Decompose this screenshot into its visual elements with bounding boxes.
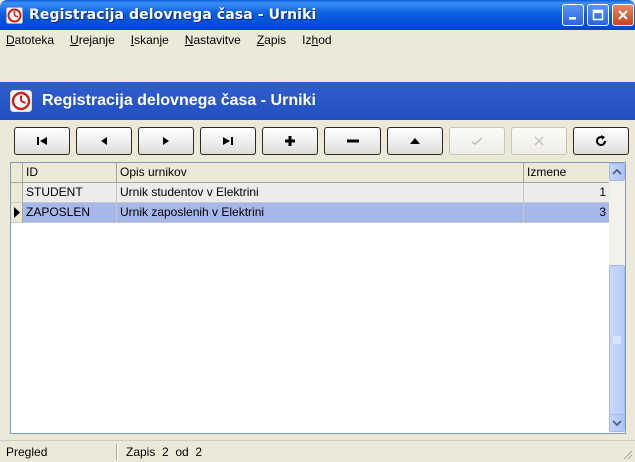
cell-izmene[interactable]: 3: [524, 203, 611, 222]
clock-icon: [10, 90, 32, 112]
menu-label: od: [318, 33, 332, 47]
menu-nastavitve[interactable]: Nastavitve: [183, 32, 243, 48]
cell-id[interactable]: STUDENT: [23, 183, 117, 202]
last-record-button[interactable]: [200, 127, 257, 155]
cell-opis[interactable]: Urnik studentov v Elektrini: [117, 183, 524, 202]
minimize-button[interactable]: [562, 4, 584, 26]
column-header-opis[interactable]: Opis urnikov: [117, 163, 524, 183]
row-indicator: [11, 183, 23, 202]
current-row-arrow-icon: [14, 207, 20, 218]
menu-label: rejanje: [78, 33, 115, 47]
row-indicator: [11, 203, 23, 222]
table-row[interactable]: ZAPOSLEN Urnik zaposlenih v Elektrini 3: [11, 203, 611, 223]
first-record-icon: [37, 137, 48, 145]
first-record-button[interactable]: [14, 127, 71, 155]
grid-header: ID Opis urnikov Izmene: [11, 163, 611, 183]
indicator-header: [11, 163, 23, 183]
menu-urejanje[interactable]: Urejanje: [68, 32, 117, 48]
navigator-toolbar: [0, 122, 635, 160]
cancel-x-icon: [534, 136, 544, 146]
window-title: Registracija delovnega časa - Urniki: [29, 7, 317, 23]
form-title: Registracija delovnega časa - Urniki: [42, 92, 316, 109]
menu-accel: D: [6, 33, 15, 47]
status-record: Zapis 2 od 2: [126, 445, 203, 459]
data-grid[interactable]: ID Opis urnikov Izmene STUDENT Urnik stu…: [10, 162, 626, 434]
window-titlebar: Registracija delovnega časa - Urniki: [0, 0, 635, 30]
checkmark-icon: [471, 137, 483, 145]
scroll-down-arrow-icon: [612, 420, 622, 427]
status-separator: [116, 444, 118, 460]
refresh-icon: [595, 135, 606, 146]
next-record-icon: [163, 137, 170, 145]
last-record-icon: [223, 137, 234, 145]
cell-id[interactable]: ZAPOSLEN: [23, 203, 117, 222]
insert-record-button[interactable]: [262, 127, 319, 155]
menu-label: Iz: [302, 33, 312, 47]
delete-record-button[interactable]: [324, 127, 381, 155]
status-mode: Pregled: [6, 445, 48, 459]
column-header-id[interactable]: ID: [23, 163, 117, 183]
menu-iskanje[interactable]: Iskanje: [129, 32, 171, 48]
menu-label: skanje: [134, 33, 169, 47]
menu-bar: Datoteka Urejanje Iskanje Nastavitve Zap…: [0, 30, 635, 50]
refresh-data-button[interactable]: [572, 127, 629, 155]
maximize-icon: [592, 9, 604, 21]
grip-icon: [613, 336, 621, 344]
resize-grip-icon: [623, 450, 633, 460]
prior-record-icon: [101, 137, 108, 145]
cell-opis[interactable]: Urnik zaposlenih v Elektrini: [117, 203, 524, 222]
menu-izhod[interactable]: Izhod: [300, 32, 333, 48]
edit-triangle-icon: [409, 138, 420, 144]
close-button[interactable]: [612, 4, 634, 26]
menu-accel: U: [70, 33, 79, 47]
scroll-thumb[interactable]: [609, 265, 625, 415]
menu-label: apis: [264, 33, 287, 47]
scroll-up-button[interactable]: [609, 163, 625, 181]
maximize-button[interactable]: [587, 4, 609, 26]
scroll-down-button[interactable]: [609, 414, 625, 432]
next-record-button[interactable]: [138, 127, 195, 155]
cell-izmene[interactable]: 1: [524, 183, 611, 202]
menu-label: astavitve: [193, 33, 241, 47]
cancel-edit-button[interactable]: [510, 127, 567, 155]
status-bar: Pregled Zapis 2 od 2: [0, 440, 635, 462]
minimize-icon: [569, 17, 576, 20]
minus-icon: [346, 139, 359, 143]
vertical-scrollbar[interactable]: [609, 163, 625, 433]
column-header-izmene[interactable]: Izmene: [524, 163, 611, 183]
menu-zapis[interactable]: Zapis: [255, 32, 288, 48]
form-header: Registracija delovnega časa - Urniki: [0, 82, 635, 120]
scroll-up-arrow-icon: [612, 168, 622, 175]
post-edit-button[interactable]: [448, 127, 505, 155]
plus-icon: [285, 136, 296, 146]
menu-label: atoteka: [14, 33, 55, 47]
prior-record-button[interactable]: [76, 127, 133, 155]
edit-record-button[interactable]: [386, 127, 443, 155]
app-icon: [6, 6, 23, 24]
menu-datoteka[interactable]: Datoteka: [4, 32, 56, 48]
close-icon: [618, 10, 628, 20]
table-row[interactable]: STUDENT Urnik studentov v Elektrini 1: [11, 183, 611, 203]
